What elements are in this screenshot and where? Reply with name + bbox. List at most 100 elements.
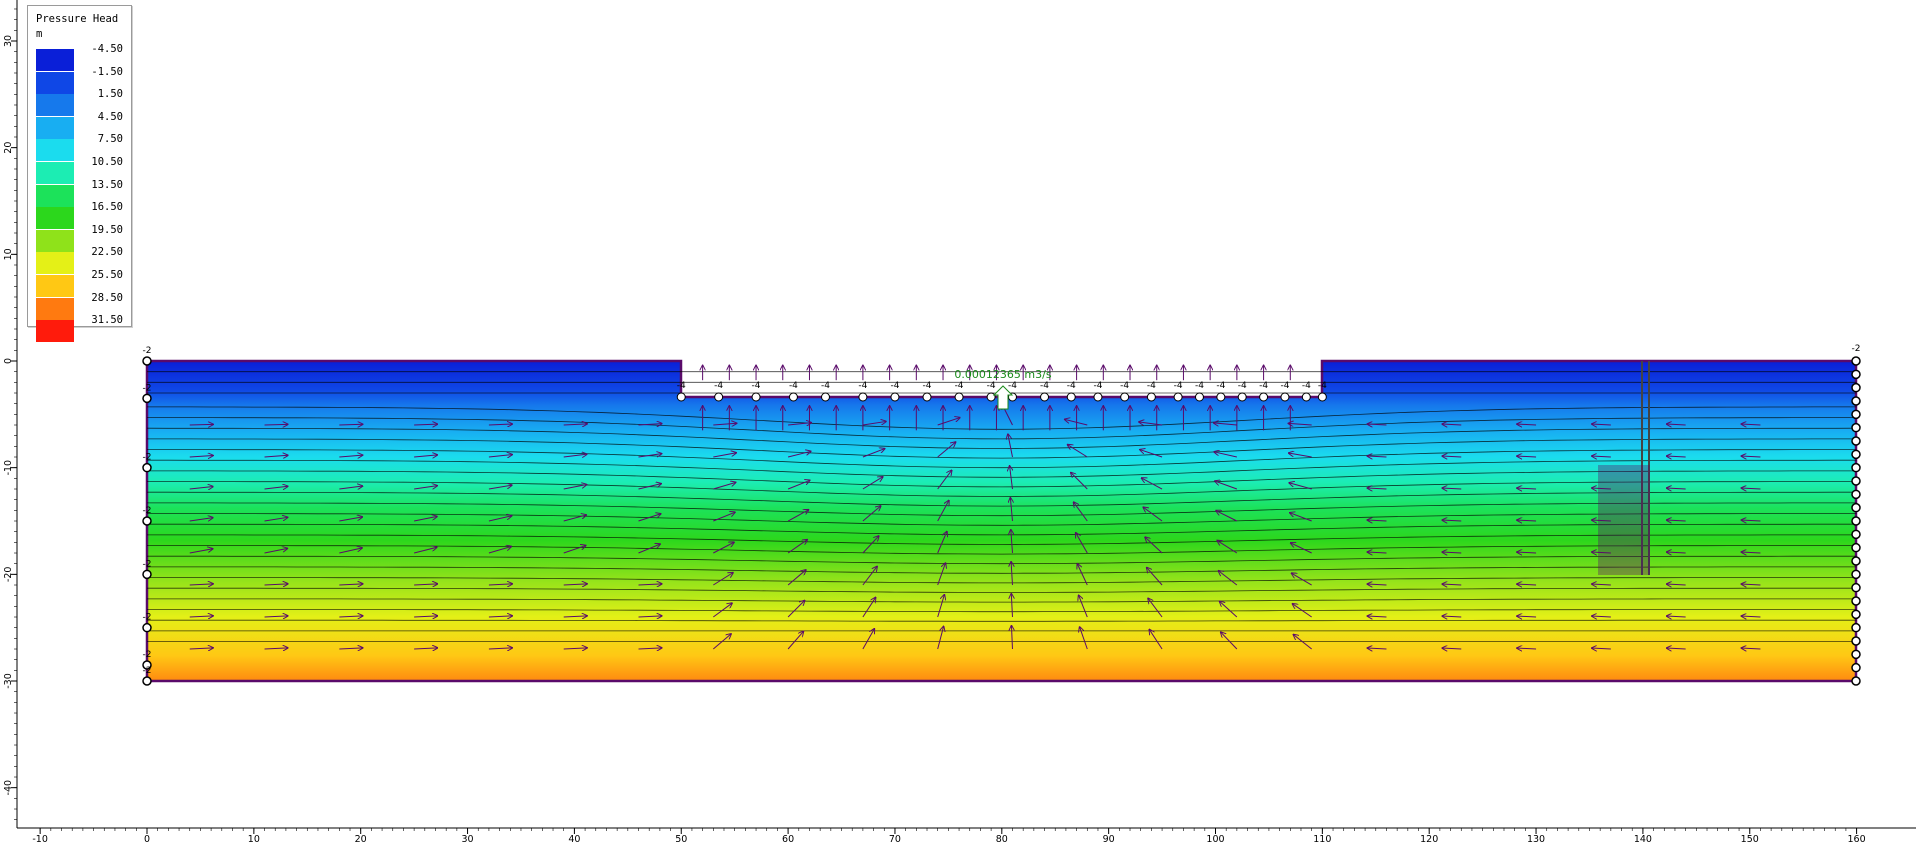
boundary-node[interactable] [1851, 622, 1861, 633]
legend-swatch [36, 275, 74, 297]
legend-swatch [36, 252, 74, 275]
node-head-label: -4 [1238, 381, 1247, 391]
node-head-label: -4 [714, 381, 723, 391]
node-head-label: -4 [752, 381, 761, 391]
boundary-node[interactable] [1851, 529, 1861, 540]
boundary-node[interactable] [1851, 516, 1861, 526]
legend-label: 25.50 [91, 269, 123, 281]
flux-value: 0.00012365 m3/s [954, 368, 1051, 381]
boundary-node[interactable] [1317, 392, 1327, 402]
model-canvas[interactable]: -10 0 10 20 30 40 50 60 70 80 90 100 110 120 130 140 150… [0, 0, 1916, 845]
boundary-node[interactable] [676, 392, 686, 402]
x-tick-label: 150 [1741, 834, 1759, 845]
boundary-node[interactable] [1851, 489, 1861, 500]
boundary-node[interactable] [1851, 636, 1861, 646]
legend-swatch [36, 71, 74, 94]
boundary-node[interactable] [142, 462, 152, 473]
boundary-node[interactable] [858, 392, 868, 402]
legend-unit: m [36, 28, 43, 40]
node-head-label: -4 [1280, 381, 1289, 391]
x-tick-label: 40 [568, 834, 580, 845]
boundary-node[interactable] [1851, 422, 1861, 433]
x-tick-label: 160 [1848, 834, 1866, 845]
boundary-node[interactable] [142, 622, 152, 633]
x-tick-label: 60 [782, 834, 794, 845]
boundary-node[interactable] [1851, 676, 1861, 686]
node-head-label: -4 [789, 381, 798, 391]
legend-label: 28.50 [91, 291, 123, 304]
boundary-node[interactable] [1851, 542, 1861, 553]
node-head-label: -2 [143, 650, 152, 660]
boundary-node[interactable] [1851, 382, 1861, 393]
x-tick-label: 130 [1527, 834, 1545, 845]
x-tick-label: 0 [144, 834, 150, 845]
boundary-node[interactable] [922, 392, 932, 402]
legend-swatch [36, 320, 74, 343]
boundary-node[interactable] [954, 392, 964, 402]
boundary-node[interactable] [1851, 462, 1861, 473]
node-head-label: -2 [143, 383, 152, 393]
boundary-node[interactable] [1851, 649, 1861, 660]
legend-swatch [36, 94, 74, 117]
boundary-node[interactable] [1851, 449, 1861, 460]
boundary-node[interactable] [890, 392, 900, 402]
boundary-node[interactable] [986, 392, 996, 402]
node-head-label: -2 [143, 453, 152, 463]
node-head-label: -4 [923, 381, 932, 391]
legend-swatch [36, 139, 74, 162]
x-tick-label: 70 [889, 834, 901, 845]
boundary-node[interactable] [1851, 396, 1861, 406]
boundary-node[interactable] [1851, 582, 1861, 593]
legend-label: 31.50 [91, 314, 123, 327]
node-head-label: -4 [1174, 381, 1183, 391]
legend-swatch [36, 49, 74, 71]
legend-panel[interactable]: Pressure Head m -4.50 -1.50 1.50 4.50 7.50 10… [27, 5, 132, 343]
boundary-node[interactable] [1173, 392, 1183, 402]
boundary-node[interactable] [1237, 392, 1247, 402]
boundary-node[interactable] [1851, 436, 1861, 446]
boundary-node[interactable] [1066, 392, 1076, 402]
legend-swatch [36, 297, 74, 320]
node-head-label: -4 [821, 381, 830, 391]
boundary-node[interactable] [1851, 369, 1861, 380]
x-tick-label: 30 [462, 834, 474, 845]
boundary-node[interactable] [1851, 556, 1861, 566]
node-head-label: -4 [677, 381, 686, 391]
boundary-node[interactable] [1851, 356, 1861, 366]
legend-label: 7.50 [97, 133, 123, 146]
boundary-node[interactable] [1216, 392, 1226, 402]
boundary-node[interactable] [788, 392, 798, 402]
boundary-node[interactable] [820, 392, 830, 402]
boundary-node[interactable] [1280, 392, 1290, 402]
boundary-node[interactable] [1851, 609, 1861, 620]
boundary-node[interactable] [1851, 662, 1861, 673]
boundary-node[interactable] [1259, 392, 1269, 402]
boundary-node[interactable] [142, 569, 152, 580]
boundary-node[interactable] [1851, 476, 1861, 486]
boundary-node[interactable] [1851, 502, 1861, 513]
boundary-node[interactable] [1851, 596, 1861, 606]
boundary-node[interactable] [142, 676, 152, 686]
boundary-node[interactable] [1194, 392, 1204, 402]
legend-swatch [36, 207, 74, 230]
boundary-node[interactable] [751, 392, 761, 402]
boundary-node[interactable] [714, 392, 724, 402]
x-tick-label: 20 [355, 834, 367, 845]
boundary-node[interactable] [1040, 392, 1050, 402]
boundary-node[interactable] [1851, 409, 1861, 420]
boundary-node[interactable] [142, 393, 152, 404]
legend-label: 13.50 [91, 178, 123, 191]
boundary-node[interactable] [1851, 569, 1861, 580]
boundary-node[interactable] [1301, 392, 1311, 402]
boundary-node[interactable] [142, 356, 152, 366]
node-head-label: -4 [1147, 381, 1156, 391]
node-head-label: -2 [143, 613, 152, 623]
boundary-node[interactable] [142, 516, 152, 526]
x-tick-label: -10 [32, 834, 48, 845]
boundary-node[interactable] [1120, 392, 1130, 402]
node-head-label: -2 [143, 666, 152, 676]
boundary-node[interactable] [1146, 392, 1156, 402]
boundary-node[interactable] [1093, 392, 1103, 402]
legend-swatch [36, 116, 74, 139]
node-head-label: -4 [1067, 381, 1076, 391]
